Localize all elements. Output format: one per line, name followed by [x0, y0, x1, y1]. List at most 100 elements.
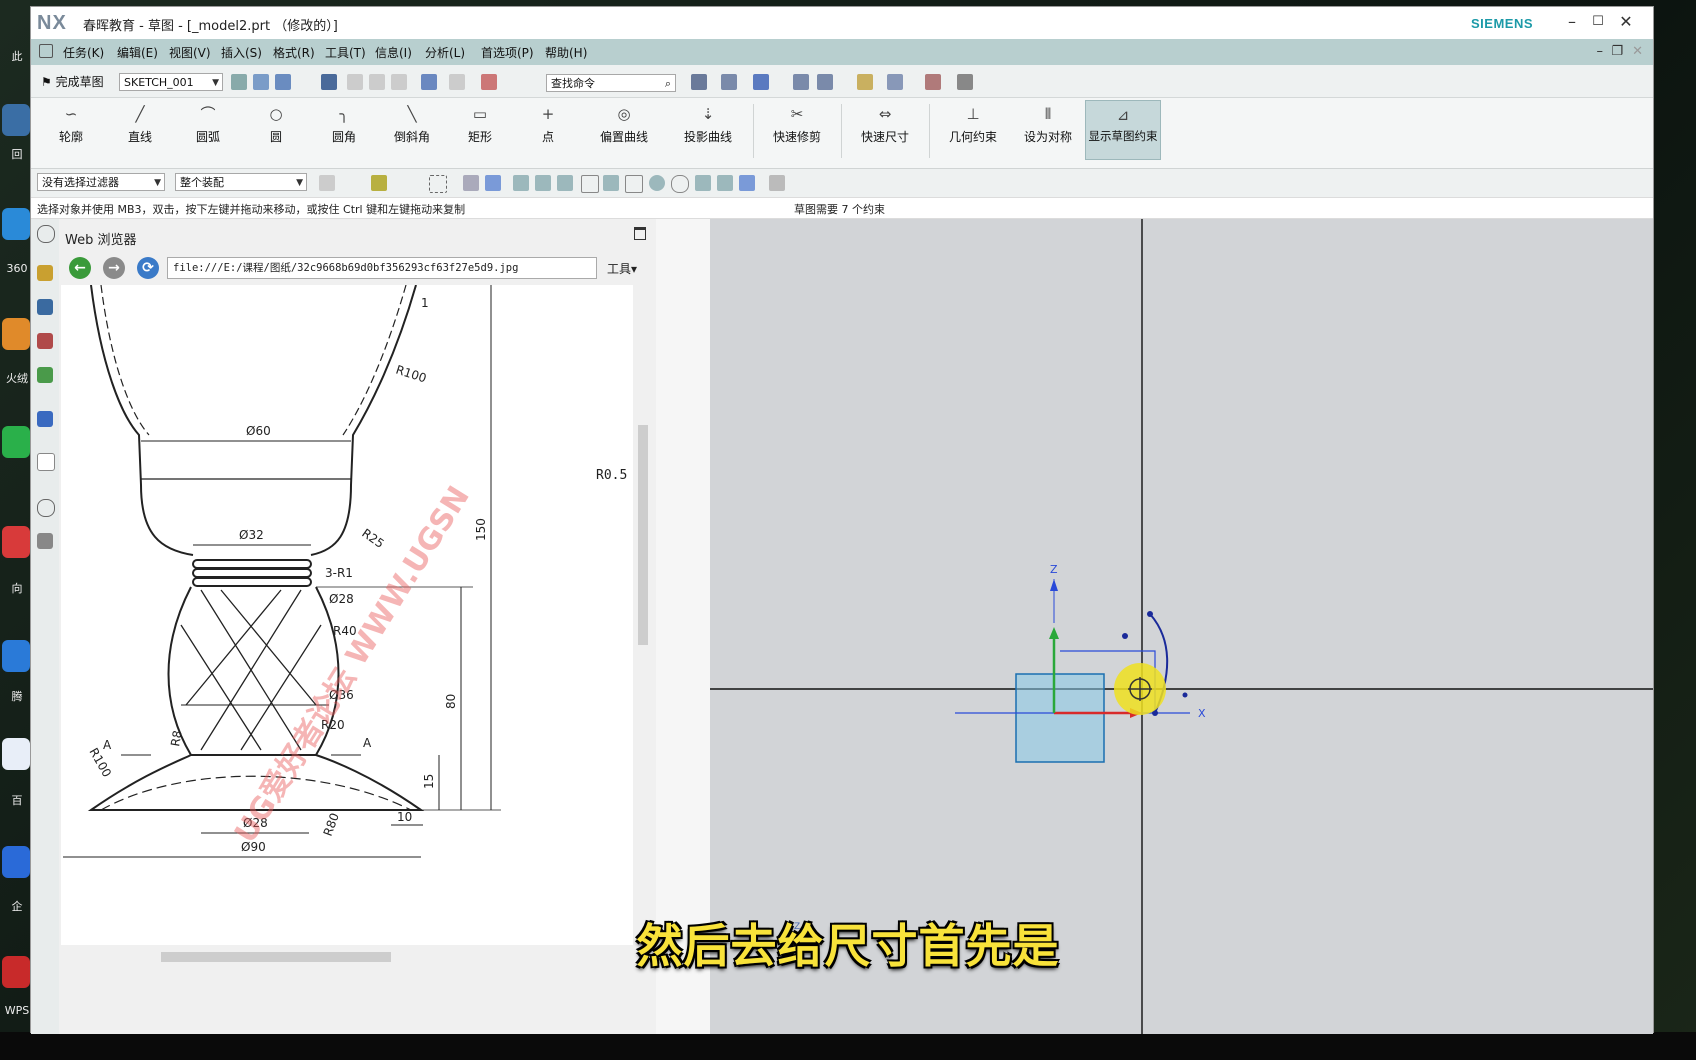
snap-center-icon[interactable] — [649, 175, 665, 191]
wechat-icon[interactable] — [2, 426, 30, 458]
ruler-icon[interactable] — [957, 74, 973, 90]
snap-control-icon[interactable] — [557, 175, 573, 191]
refresh-icon[interactable]: ⟳ — [137, 257, 159, 279]
arc-button[interactable]: ⌒ 圆弧 — [174, 100, 242, 158]
make-symmetric-button[interactable]: ⫴ 设为对称 — [1011, 100, 1085, 158]
hd3d-icon[interactable] — [37, 411, 53, 427]
assembly-navigator-icon[interactable] — [37, 265, 53, 281]
selection-filter-select[interactable]: 没有选择过滤器 ▼ — [37, 173, 165, 191]
offset-curve-button[interactable]: ◎ 偏置曲线 — [584, 100, 664, 158]
filter-icon[interactable] — [319, 175, 335, 191]
geometric-constraint-button[interactable]: ⊥ 几何约束 — [935, 100, 1011, 158]
snap-existing-point-icon[interactable] — [695, 175, 711, 191]
rectangle-button[interactable]: ▭ 矩形 — [446, 100, 514, 158]
minimize-button[interactable]: – — [1561, 11, 1583, 33]
command-search-input[interactable]: 查找命令 ⌕ — [546, 74, 676, 92]
update-model-icon[interactable] — [275, 74, 291, 90]
snap-on-face-icon[interactable] — [739, 175, 755, 191]
repeat-command-icon[interactable] — [481, 74, 497, 90]
nx-logo: NX — [37, 12, 67, 34]
point-button[interactable]: + 点 — [514, 100, 582, 158]
doc-close-icon[interactable]: ✕ — [1632, 44, 1643, 59]
vertical-scrollbar[interactable] — [635, 285, 651, 941]
scope-select[interactable]: 整个装配 ▼ — [175, 173, 307, 191]
maximize-panel-icon[interactable] — [634, 227, 646, 240]
browser-360-icon[interactable] — [2, 208, 30, 240]
close-button[interactable]: ✕ — [1615, 11, 1637, 33]
undo-icon[interactable] — [421, 74, 437, 90]
menu-task[interactable]: 任务(K) — [63, 44, 104, 61]
redo-icon[interactable] — [449, 74, 465, 90]
measure-icon[interactable] — [925, 74, 941, 90]
menu-analysis[interactable]: 分析(L) — [425, 44, 465, 61]
cube-icon[interactable] — [485, 175, 501, 191]
forward-arrow-icon[interactable]: → — [103, 257, 125, 279]
sketch-name-select[interactable]: SKETCH_001 ▼ — [119, 73, 223, 91]
snap-endpoint-icon[interactable] — [513, 175, 529, 191]
quick-trim-button[interactable]: ✂ 快速修剪 — [759, 100, 835, 158]
menu-preferences[interactable]: 首选项(P) — [481, 44, 534, 61]
show-constraints-button[interactable]: ⊿ 显示草图约束 — [1085, 100, 1161, 160]
maximize-button[interactable]: ☐ — [1587, 11, 1609, 33]
reattach-icon[interactable] — [231, 74, 247, 90]
snap-point-icon[interactable] — [371, 175, 387, 191]
profile-button[interactable]: ∽ 轮廓 — [37, 100, 105, 158]
constraint-navigator-icon[interactable] — [37, 299, 53, 315]
box-select-icon[interactable] — [429, 175, 447, 193]
gear-icon[interactable] — [37, 225, 55, 243]
rapid-dimension-button[interactable]: ⇔ 快速尺寸 — [847, 100, 923, 158]
selection-icon[interactable] — [887, 74, 903, 90]
menu-tools[interactable]: 工具(T) — [325, 44, 366, 61]
finish-sketch-button[interactable]: ⚑ 完成草图 — [41, 73, 104, 90]
enterprise-icon[interactable] — [2, 846, 30, 878]
snap-perpendicular-icon[interactable] — [625, 175, 643, 193]
grid-icon[interactable] — [769, 175, 785, 191]
snap-quadrant-icon[interactable] — [671, 175, 689, 193]
snap-icon[interactable] — [857, 74, 873, 90]
render-style-icon[interactable] — [721, 74, 737, 90]
roles-icon[interactable] — [37, 533, 53, 549]
layout-icon[interactable] — [691, 74, 707, 90]
sketch-style-icon[interactable] — [253, 74, 269, 90]
section-view-icon[interactable] — [793, 74, 809, 90]
save-icon[interactable] — [321, 74, 337, 90]
history-icon[interactable] — [37, 499, 55, 517]
ribbon-toggle-icon[interactable] — [39, 44, 53, 58]
cut-icon[interactable] — [347, 74, 363, 90]
vertical-scroll-thumb[interactable] — [638, 425, 648, 645]
tencent-icon[interactable] — [2, 640, 30, 672]
chamfer-button[interactable]: ╲ 倒斜角 — [378, 100, 446, 158]
snap-midpoint-icon[interactable] — [535, 175, 551, 191]
menu-help[interactable]: 帮助(H) — [545, 44, 587, 61]
copy-icon[interactable] — [369, 74, 385, 90]
menu-insert[interactable]: 插入(S) — [221, 44, 262, 61]
web-browser-icon[interactable] — [37, 453, 55, 471]
snap-curve-icon[interactable] — [581, 175, 599, 193]
paste-icon[interactable] — [391, 74, 407, 90]
doc-minimize-icon[interactable]: – — [1597, 44, 1604, 59]
part-navigator-icon[interactable] — [37, 333, 53, 349]
menu-format[interactable]: 格式(R) — [273, 44, 315, 61]
snap-on-curve-icon[interactable] — [717, 175, 733, 191]
doc-restore-icon[interactable]: ❐ — [1611, 44, 1623, 59]
reuse-library-icon[interactable] — [37, 367, 53, 383]
huorong-icon[interactable] — [2, 318, 30, 350]
snap-intersection-icon[interactable] — [603, 175, 619, 191]
back-arrow-icon[interactable]: ← — [69, 257, 91, 279]
menu-edit[interactable]: 编辑(E) — [117, 44, 158, 61]
line-button[interactable]: ╱ 直线 — [106, 100, 174, 158]
shaded-icon[interactable] — [463, 175, 479, 191]
view-cube-icon[interactable] — [753, 74, 769, 90]
tools-menu-button[interactable]: 工具▾ — [607, 260, 637, 277]
baidu-icon[interactable] — [2, 738, 30, 770]
dim-150: 150 — [474, 518, 488, 541]
menu-view[interactable]: 视图(V) — [169, 44, 211, 61]
menu-info[interactable]: 信息(I) — [375, 44, 412, 61]
url-input[interactable]: file:///E:/课程/图纸/32c9668b69d0bf356293cf6… — [167, 257, 597, 279]
project-curve-button[interactable]: ⇣ 投影曲线 — [671, 100, 745, 158]
fillet-button[interactable]: ╮ 圆角 — [310, 100, 378, 158]
recycle-bin-icon[interactable] — [2, 104, 30, 136]
app-red-icon[interactable] — [2, 526, 30, 558]
circle-button[interactable]: ○ 圆 — [242, 100, 310, 158]
layer-icon[interactable] — [817, 74, 833, 90]
